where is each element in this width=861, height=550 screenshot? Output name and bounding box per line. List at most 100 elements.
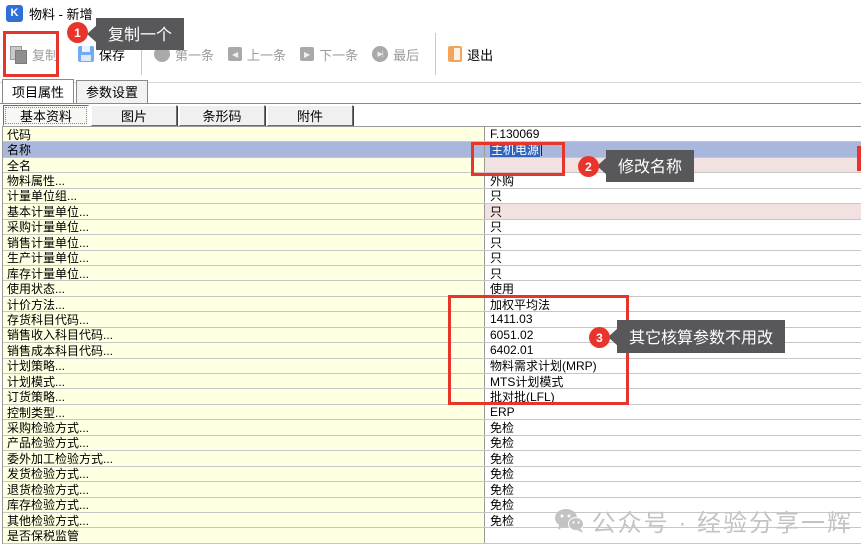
field-value[interactable]: 批对批(LFL): [485, 389, 861, 403]
annotation-tooltip-3: 其它核算参数不用改: [617, 320, 785, 353]
grid-row: 退货检验方式...免检: [3, 482, 861, 497]
field-value[interactable]: 只: [485, 235, 861, 249]
tab-item-properties[interactable]: 项目属性: [2, 79, 74, 103]
previous-record-label: 上一条: [247, 45, 286, 64]
edge-red-mark: [857, 146, 861, 171]
tab-strip: 项目属性 参数设置: [0, 83, 861, 103]
field-label: 订货策略...: [3, 389, 485, 403]
field-label: 计划模式...: [3, 374, 485, 388]
field-value[interactable]: 免检: [485, 420, 861, 434]
field-label: 采购计量单位...: [3, 220, 485, 234]
next-record-label: 下一条: [319, 45, 358, 64]
grid-row: 计量单位组...只: [3, 189, 861, 204]
field-label: 使用状态...: [3, 281, 485, 295]
grid-row: 名称主机电源: [3, 142, 861, 157]
field-label: 代码: [3, 127, 485, 141]
grid-row: 控制类型...ERP: [3, 405, 861, 420]
grid-row: 代码F.130069: [3, 127, 861, 142]
grid-row: 库存计量单位...只: [3, 266, 861, 281]
grid-row: 产品检验方式...免检: [3, 436, 861, 451]
grid-row: 计划策略...物料需求计划(MRP): [3, 359, 861, 374]
field-label: 基本计量单位...: [3, 204, 485, 218]
field-label: 产品检验方式...: [3, 436, 485, 450]
grid-row: 销售计量单位...只: [3, 235, 861, 250]
tab-parameter-settings[interactable]: 参数设置: [76, 80, 148, 103]
field-value[interactable]: 免检: [485, 451, 861, 465]
previous-record-icon: ◀: [228, 47, 242, 61]
field-label: 是否保税监管: [3, 528, 485, 542]
grid-row: 委外加工检验方式...免检: [3, 451, 861, 466]
last-record-button[interactable]: ▶| 最后: [372, 45, 419, 64]
field-value[interactable]: MTS计划模式: [485, 374, 861, 388]
field-value[interactable]: 免检: [485, 482, 861, 496]
selected-text: 主机电源: [490, 142, 540, 156]
field-label: 库存检验方式...: [3, 498, 485, 512]
watermark: 公众号 · 经验分享一辉: [554, 503, 853, 538]
field-label: 销售成本科目代码...: [3, 343, 485, 357]
field-label: 采购检验方式...: [3, 420, 485, 434]
subtab-barcode[interactable]: 条形码: [179, 105, 265, 126]
toolbar-separator: [435, 33, 436, 75]
field-value[interactable]: 物料需求计划(MRP): [485, 359, 861, 373]
exit-icon: [448, 46, 462, 62]
field-value[interactable]: 免检: [485, 467, 861, 481]
field-value[interactable]: 只: [485, 220, 861, 234]
field-label: 存货科目代码...: [3, 312, 485, 326]
field-label: 库存计量单位...: [3, 266, 485, 280]
field-value[interactable]: F.130069: [485, 127, 861, 141]
field-label: 计价方法...: [3, 297, 485, 311]
field-value[interactable]: 只: [485, 189, 861, 203]
exit-button[interactable]: 退出: [448, 45, 493, 64]
grid-row: 发货检验方式...免检: [3, 467, 861, 482]
field-value[interactable]: ERP: [485, 405, 861, 419]
text-caret: [541, 144, 542, 156]
field-label: 发货检验方式...: [3, 467, 485, 481]
window-title: 物料 - 新增: [29, 4, 93, 23]
field-label: 销售收入科目代码...: [3, 328, 485, 342]
grid-row: 采购检验方式...免检: [3, 420, 861, 435]
field-label: 销售计量单位...: [3, 235, 485, 249]
field-value[interactable]: 免检: [485, 436, 861, 450]
field-label: 控制类型...: [3, 405, 485, 419]
grid-row: 全名: [3, 158, 861, 173]
next-record-icon: ▶: [300, 47, 314, 61]
subtab-picture[interactable]: 图片: [91, 105, 177, 126]
annotation-tooltip-1: 复制一个: [96, 18, 184, 50]
field-value[interactable]: 只: [485, 204, 861, 218]
grid-row: 计价方法...加权平均法: [3, 297, 861, 312]
field-label: 计划策略...: [3, 359, 485, 373]
step-badge-1: 1: [67, 22, 88, 43]
field-label: 计量单位组...: [3, 189, 485, 203]
grid-row: 计划模式...MTS计划模式: [3, 374, 861, 389]
field-label: 全名: [3, 158, 485, 172]
field-label: 生产计量单位...: [3, 251, 485, 265]
field-value[interactable]: 只: [485, 266, 861, 280]
field-value[interactable]: 使用: [485, 281, 861, 295]
watermark-text: 公众号 · 经验分享一辉: [592, 503, 853, 538]
field-label: 名称: [3, 142, 485, 156]
grid-row: 订货策略...批对批(LFL): [3, 389, 861, 404]
grid-row: 生产计量单位...只: [3, 251, 861, 266]
save-icon: [78, 46, 94, 62]
previous-record-button[interactable]: ◀ 上一条: [228, 45, 286, 64]
last-record-label: 最后: [393, 45, 419, 64]
grid-row: 物料属性...外购: [3, 173, 861, 188]
exit-button-label: 退出: [467, 45, 493, 64]
app-logo-icon: K: [6, 5, 23, 22]
subtab-attachment[interactable]: 附件: [267, 105, 353, 126]
next-record-button[interactable]: ▶ 下一条: [300, 45, 358, 64]
grid-row: 基本计量单位...只: [3, 204, 861, 219]
field-value[interactable]: 加权平均法: [485, 297, 861, 311]
copy-icon: [10, 46, 27, 63]
field-label: 物料属性...: [3, 173, 485, 187]
field-label: 委外加工检验方式...: [3, 451, 485, 465]
step-badge-2: 2: [578, 156, 599, 177]
last-record-icon: ▶|: [372, 46, 388, 62]
field-value[interactable]: 只: [485, 251, 861, 265]
field-label: 退货检验方式...: [3, 482, 485, 496]
grid-row: 使用状态...使用: [3, 281, 861, 296]
copy-button[interactable]: 复制: [10, 45, 58, 64]
wechat-icon: [554, 508, 584, 534]
subtab-basic-info[interactable]: 基本资料: [3, 105, 89, 126]
step-badge-3: 3: [589, 327, 610, 348]
